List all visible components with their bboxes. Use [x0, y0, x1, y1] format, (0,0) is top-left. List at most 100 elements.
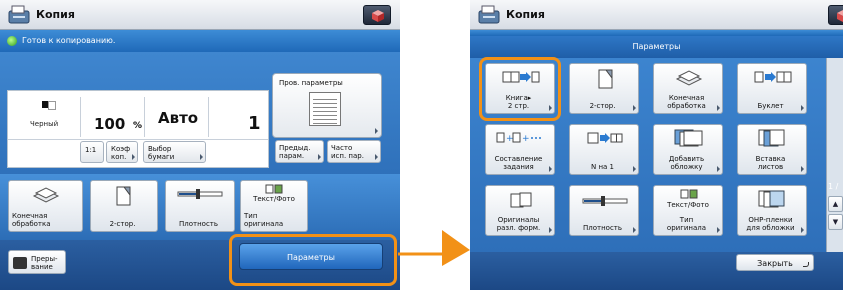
finishing-button[interactable]: Конечная обработка: [653, 63, 723, 114]
zoom-value: 100: [94, 115, 126, 133]
ohp-cover-label: ОНР-пленки для обложки: [746, 216, 795, 232]
chevron-right-icon: [549, 166, 552, 172]
zoom-unit: %: [133, 121, 143, 131]
svg-text:+: +: [506, 134, 514, 144]
arrow-right-icon: [398, 230, 470, 266]
density-label: Плотность: [582, 224, 622, 232]
density-label: Плотность: [178, 220, 218, 228]
cube-menu-button[interactable]: [828, 5, 843, 25]
title-bar: Копия: [470, 0, 843, 30]
status-bar: Готов к копированию.: [0, 30, 400, 52]
job-build-button[interactable]: + + Составление задания: [485, 124, 555, 175]
interrupt-button[interactable]: Преры- вание: [8, 250, 66, 274]
options-header-title: Параметры: [632, 42, 681, 51]
finishing-icon: [32, 187, 59, 203]
zoom-ratio-label: Коэф коп.: [111, 145, 131, 161]
book-to-two-pages-button[interactable]: Книга▸ 2 стр.: [485, 63, 555, 114]
close-button[interactable]: Закрыть: [736, 254, 814, 271]
black-white-icon: [42, 101, 56, 110]
copy-settings-display: Черный 100 % Авто 1: [7, 90, 269, 168]
cube-menu-button[interactable]: [363, 5, 391, 25]
app-title: Копия: [506, 8, 545, 21]
options-label: Параметры: [287, 253, 335, 262]
chevron-right-icon: [200, 154, 203, 160]
chevron-right-icon: [549, 227, 552, 233]
paper-select-button[interactable]: Выбор бумаги: [143, 141, 206, 163]
add-cover-button[interactable]: Добавить обложку: [653, 124, 723, 175]
n-on-1-button[interactable]: N на 1: [569, 124, 639, 175]
density-slider-icon: [177, 189, 223, 199]
different-size-originals-label: Оригиналы разл. форм.: [496, 216, 541, 232]
finishing-label: Конечная обработка: [667, 94, 706, 110]
copy-settings-top-row: Черный 100 % Авто 1: [8, 91, 268, 140]
duplex-label: 2-стор.: [109, 220, 136, 228]
app-title: Копия: [36, 8, 75, 21]
cube-icon: [372, 10, 384, 22]
check-settings-button[interactable]: Пров. параметры: [272, 73, 382, 138]
chevron-right-icon: [132, 154, 135, 160]
chevron-right-icon: [318, 154, 321, 160]
chevron-right-icon: [801, 227, 804, 233]
original-type-button[interactable]: Текст/Фото Тип оригинала: [653, 185, 723, 236]
density-button[interactable]: Плотность: [165, 180, 235, 232]
chevron-right-icon: [549, 105, 552, 111]
booklet-label: Буклет: [757, 102, 784, 110]
divider: [144, 97, 145, 137]
copy-app-icon: [8, 5, 30, 24]
duplex-icon: [116, 186, 131, 206]
ohp-cover-button[interactable]: ОНР-пленки для обложки: [737, 185, 807, 236]
divider: [208, 97, 209, 137]
finishing-button[interactable]: Конечная обработка: [8, 180, 83, 232]
zoom-ratio-button[interactable]: Коэф коп.: [106, 141, 138, 163]
book-to-two-pages-label: Книга▸ 2 стр.: [505, 94, 532, 110]
copies-count: 1: [248, 113, 261, 134]
duplex-button[interactable]: 2-стор.: [569, 63, 639, 114]
text-photo-sublabel: Текст/Фото: [253, 195, 295, 203]
cube-icon: [837, 10, 843, 22]
finishing-icon: [675, 70, 703, 86]
booklet-button[interactable]: Буклет: [737, 63, 807, 114]
job-build-label: Составление задания: [494, 155, 543, 171]
finishing-label: Конечная обработка: [12, 212, 51, 228]
previous-settings-button[interactable]: Предыд. парам.: [275, 140, 324, 163]
ratio-1to1-button[interactable]: 1:1: [80, 141, 104, 163]
arrow-down-icon: ▼: [832, 218, 839, 226]
insert-sheets-icon: [758, 129, 785, 147]
color-mode-label: Черный: [30, 120, 59, 128]
paper-select-label: Выбор бумаги: [148, 145, 175, 161]
text-photo-icon: [265, 184, 283, 194]
copy-app-icon: [478, 5, 500, 24]
text-photo-sublabel: Текст/Фото: [667, 201, 709, 209]
original-type-button[interactable]: Текст/Фото Тип оригинала: [240, 180, 308, 232]
density-button[interactable]: Плотность: [569, 185, 639, 236]
frequent-settings-label: Часто исп. пар.: [331, 144, 364, 160]
chevron-right-icon: [717, 227, 720, 233]
document-preview-icon: [309, 92, 341, 126]
density-slider-icon: [582, 196, 628, 206]
chevron-right-icon: [717, 166, 720, 172]
duplex-button[interactable]: 2-стор.: [90, 180, 158, 232]
close-label: Закрыть: [757, 259, 793, 268]
chevron-right-icon: [375, 128, 378, 134]
text-photo-icon: [680, 189, 698, 199]
options-screen: Копия Параметры Книга▸ 2 стр. 2-стор. Ко…: [470, 0, 843, 290]
book-to-two-pages-icon: [502, 71, 540, 83]
n-on-1-icon: [587, 132, 623, 144]
ratio-1to1-label: 1:1: [85, 146, 97, 154]
different-size-originals-button[interactable]: Оригиналы разл. форм.: [485, 185, 555, 236]
scroll-down-button[interactable]: ▼: [828, 214, 843, 230]
ready-status-icon: [7, 36, 17, 46]
options-button[interactable]: Параметры: [239, 243, 383, 270]
chevron-right-icon: [633, 105, 636, 111]
arrow-up-icon: ▲: [832, 200, 839, 208]
ohp-cover-icon: [758, 190, 785, 208]
scroll-up-button[interactable]: ▲: [828, 196, 843, 212]
previous-settings-label: Предыд. парам.: [279, 144, 311, 160]
frequent-settings-button[interactable]: Часто исп. пар.: [327, 140, 381, 163]
original-type-label: Тип оригинала: [244, 212, 284, 228]
insert-sheets-button[interactable]: Вставка листов: [737, 124, 807, 175]
page-indicator: 1 /: [828, 182, 839, 191]
options-header: Параметры: [470, 36, 843, 58]
different-size-originals-icon: [510, 192, 532, 208]
add-cover-label: Добавить обложку: [668, 155, 705, 171]
